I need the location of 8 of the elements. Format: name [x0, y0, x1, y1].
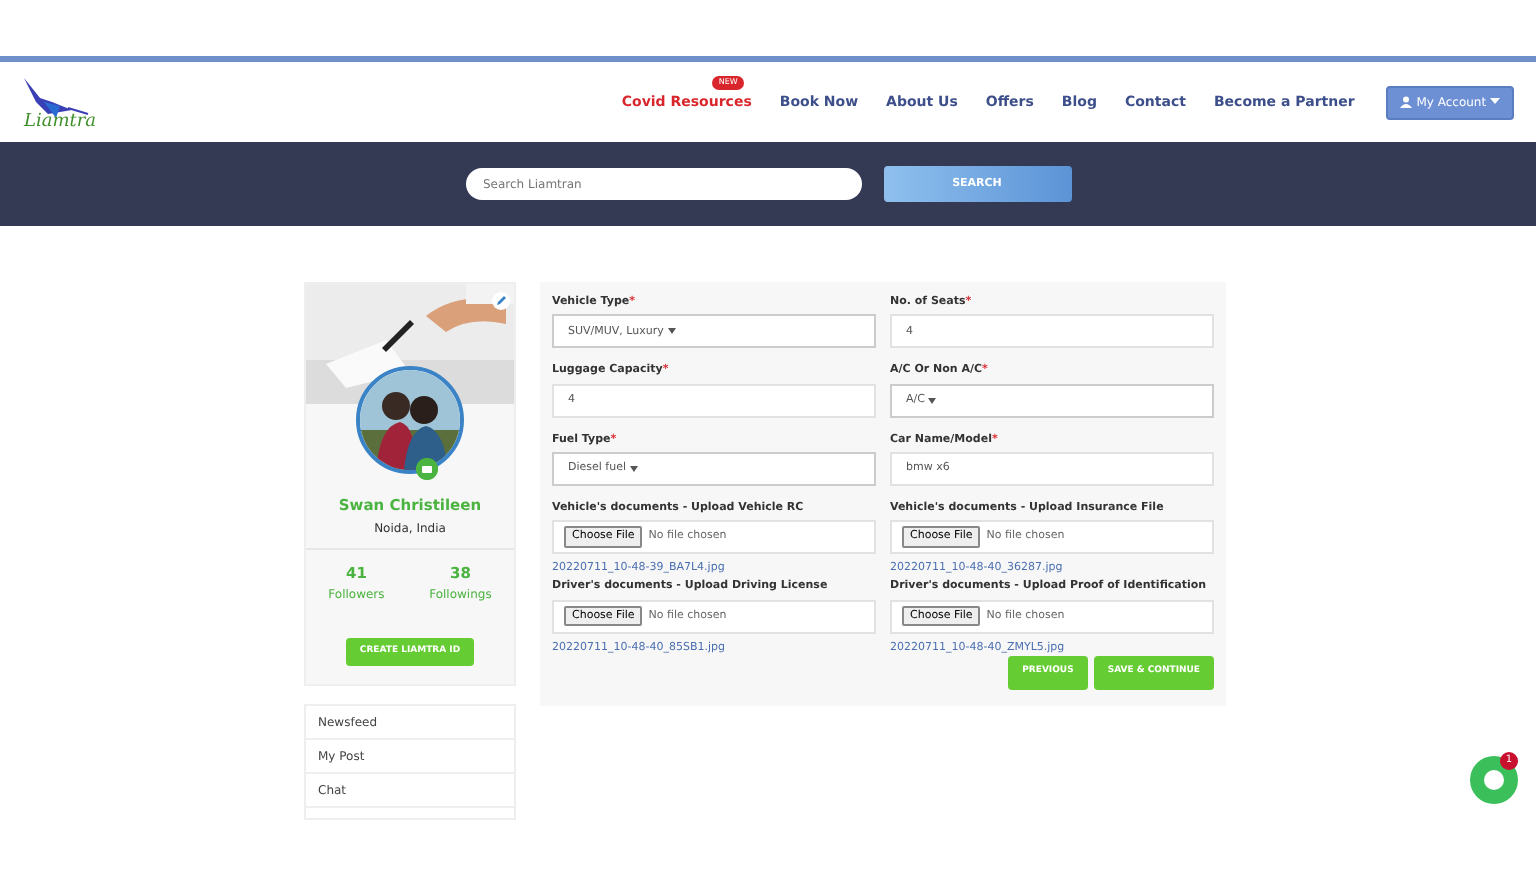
logo-text: Liamtra: [24, 113, 99, 131]
caret-icon: [1490, 98, 1500, 105]
chat-button[interactable]: [1470, 756, 1518, 804]
camera-icon[interactable]: [416, 458, 438, 480]
user-icon: [1400, 95, 1413, 108]
caret-icon: [928, 397, 937, 403]
caret-icon: [630, 465, 639, 472]
caret-icon: [667, 328, 676, 335]
